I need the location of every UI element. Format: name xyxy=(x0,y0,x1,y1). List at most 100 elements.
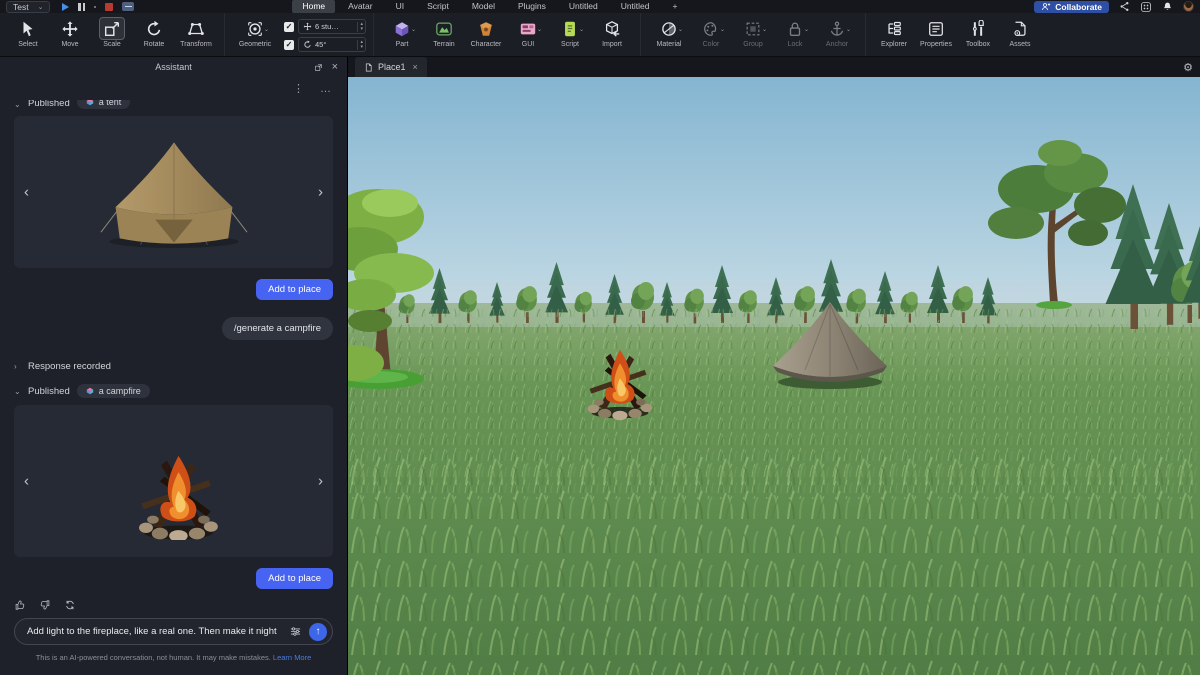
add-tab-button[interactable]: + xyxy=(663,0,688,13)
snap-move-stepper[interactable]: 6 stu… ▴▾ xyxy=(298,19,366,34)
chevron-down-icon[interactable]: ⌄ xyxy=(846,26,851,33)
tab-untitled-1[interactable]: Untitled xyxy=(559,0,608,13)
select-tool[interactable]: Select xyxy=(7,15,49,56)
asset-badge-campfire[interactable]: a campfire xyxy=(77,384,150,398)
published-row-tent[interactable]: ⌄ Published a tent xyxy=(14,100,333,109)
collaborate-button[interactable]: Collaborate xyxy=(1034,1,1109,13)
thumbs-up-icon[interactable] xyxy=(14,599,26,611)
geometric-mode-button[interactable]: ⌄ Geometric xyxy=(232,15,278,56)
carousel-next-icon[interactable]: › xyxy=(318,473,323,490)
close-tab-icon[interactable]: × xyxy=(413,62,418,72)
chevron-down-icon[interactable]: ⌄ xyxy=(678,26,683,33)
transform-tool[interactable]: Transform xyxy=(175,15,217,56)
viewport-3d-scene[interactable] xyxy=(348,77,1200,675)
pause-options-dot-icon[interactable] xyxy=(94,6,96,8)
snap-move-checkbox[interactable]: ✓ xyxy=(284,22,294,32)
tab-untitled-2[interactable]: Untitled xyxy=(611,0,660,13)
send-button[interactable]: ↑ xyxy=(309,623,327,641)
share-icon[interactable] xyxy=(1119,1,1130,12)
thumbs-down-icon[interactable] xyxy=(39,599,51,611)
chevron-down-icon[interactable]: ⌄ xyxy=(804,26,809,33)
rotate-arrow-icon xyxy=(303,40,312,49)
asset-preview-card-tent[interactable]: ‹ › xyxy=(14,116,333,268)
snap-rotate-checkbox[interactable]: ✓ xyxy=(284,40,294,50)
move-arrows-icon xyxy=(61,20,79,38)
chevron-expanded-icon[interactable]: ⌄ xyxy=(14,100,21,109)
viewport-settings-gear-icon[interactable]: ⚙ xyxy=(1183,61,1193,74)
viewport-column: Place1 × ⚙ xyxy=(348,57,1200,675)
import-button[interactable]: Import xyxy=(591,15,633,56)
stepper-down-icon[interactable]: ▾ xyxy=(360,45,363,50)
run-profile-dropdown[interactable]: Test ⌄ xyxy=(6,1,50,13)
stepper-down-icon[interactable]: ▾ xyxy=(360,27,363,32)
collaborate-label: Collaborate xyxy=(1055,2,1102,12)
user-avatar[interactable] xyxy=(1183,1,1194,12)
group-button[interactable]: ⌄ Group xyxy=(732,15,774,56)
learn-more-link[interactable]: Learn More xyxy=(273,653,311,662)
close-icon[interactable]: × xyxy=(332,61,338,73)
asset-badge-tent[interactable]: a tent xyxy=(77,100,131,109)
step-icon[interactable] xyxy=(122,2,134,11)
tab-home[interactable]: Home xyxy=(292,0,335,13)
place-tab[interactable]: Place1 × xyxy=(355,57,427,77)
stop-icon[interactable] xyxy=(105,3,113,11)
assistant-prompt-input[interactable] xyxy=(27,626,282,637)
color-button[interactable]: ⌄ Color xyxy=(690,15,732,56)
response-recorded-row[interactable]: › Response recorded xyxy=(14,361,333,372)
lock-button[interactable]: ⌄ Lock xyxy=(774,15,816,56)
scale-tool[interactable]: Scale xyxy=(91,15,133,56)
tab-ui[interactable]: UI xyxy=(386,0,415,13)
gui-button[interactable]: ⌄ GUI xyxy=(507,15,549,56)
part-cube-icon xyxy=(393,20,411,38)
character-button[interactable]: Character xyxy=(465,15,507,56)
part-button[interactable]: ⌄ Part xyxy=(381,15,423,56)
kebab-menu-icon[interactable]: ⋮ xyxy=(293,82,304,95)
tab-model[interactable]: Model xyxy=(462,0,505,13)
assets-button[interactable]: Assets xyxy=(999,15,1041,56)
anchor-button[interactable]: ⌄ Anchor xyxy=(816,15,858,56)
tab-avatar[interactable]: Avatar xyxy=(338,0,382,13)
chevron-down-icon[interactable]: ⌄ xyxy=(264,26,269,33)
assistant-conversation[interactable]: ⌄ Published a tent ‹ › Add to place /gen… xyxy=(0,100,347,675)
carousel-next-icon[interactable]: › xyxy=(318,184,323,201)
material-sphere-icon xyxy=(660,20,678,38)
ellipsis-menu-icon[interactable]: … xyxy=(320,83,331,95)
notifications-bell-icon[interactable] xyxy=(1162,1,1173,12)
terrain-button[interactable]: Terrain xyxy=(423,15,465,56)
asset-preview-card-campfire[interactable]: ‹ › xyxy=(14,405,333,557)
explorer-button[interactable]: Explorer xyxy=(873,15,915,56)
popout-icon[interactable] xyxy=(314,63,323,72)
snap-rotate-stepper[interactable]: 45° ▴▾ xyxy=(298,37,366,52)
toolbox-button[interactable]: Toolbox xyxy=(957,15,999,56)
published-row-campfire[interactable]: ⌄ Published a campfire xyxy=(14,384,333,398)
chevron-down-icon: ⌄ xyxy=(38,3,44,11)
chevron-down-icon[interactable]: ⌄ xyxy=(720,26,725,33)
place-doc-icon xyxy=(364,63,373,72)
script-button[interactable]: ⌄ Script xyxy=(549,15,591,56)
run-profile-label: Test xyxy=(13,2,29,12)
regenerate-icon[interactable] xyxy=(64,599,76,611)
place-tab-label: Place1 xyxy=(378,62,406,72)
add-to-place-button-tent[interactable]: Add to place xyxy=(256,279,333,300)
properties-button[interactable]: Properties xyxy=(915,15,957,56)
rotate-tool[interactable]: Rotate xyxy=(133,15,175,56)
composer-options-icon[interactable] xyxy=(289,625,302,638)
group-selection-icon xyxy=(744,20,762,38)
chevron-down-icon[interactable]: ⌄ xyxy=(762,26,767,33)
chevron-down-icon[interactable]: ⌄ xyxy=(537,26,542,33)
material-button[interactable]: ⌄ Material xyxy=(648,15,690,56)
add-to-place-button-campfire[interactable]: Add to place xyxy=(256,568,333,589)
chevron-down-icon[interactable]: ⌄ xyxy=(411,26,416,33)
lock-icon xyxy=(786,20,804,38)
chevron-down-icon[interactable]: ⌄ xyxy=(579,26,584,33)
chevron-expanded-icon[interactable]: ⌄ xyxy=(14,387,21,396)
carousel-prev-icon[interactable]: ‹ xyxy=(24,473,29,490)
pause-icon[interactable] xyxy=(78,3,85,11)
tab-plugins[interactable]: Plugins xyxy=(508,0,556,13)
play-icon[interactable] xyxy=(62,3,69,11)
move-tool[interactable]: Move xyxy=(49,15,91,56)
chevron-collapsed-icon[interactable]: › xyxy=(14,362,21,371)
tab-script[interactable]: Script xyxy=(417,0,459,13)
capture-icon[interactable] xyxy=(1140,1,1152,13)
carousel-prev-icon[interactable]: ‹ xyxy=(24,184,29,201)
